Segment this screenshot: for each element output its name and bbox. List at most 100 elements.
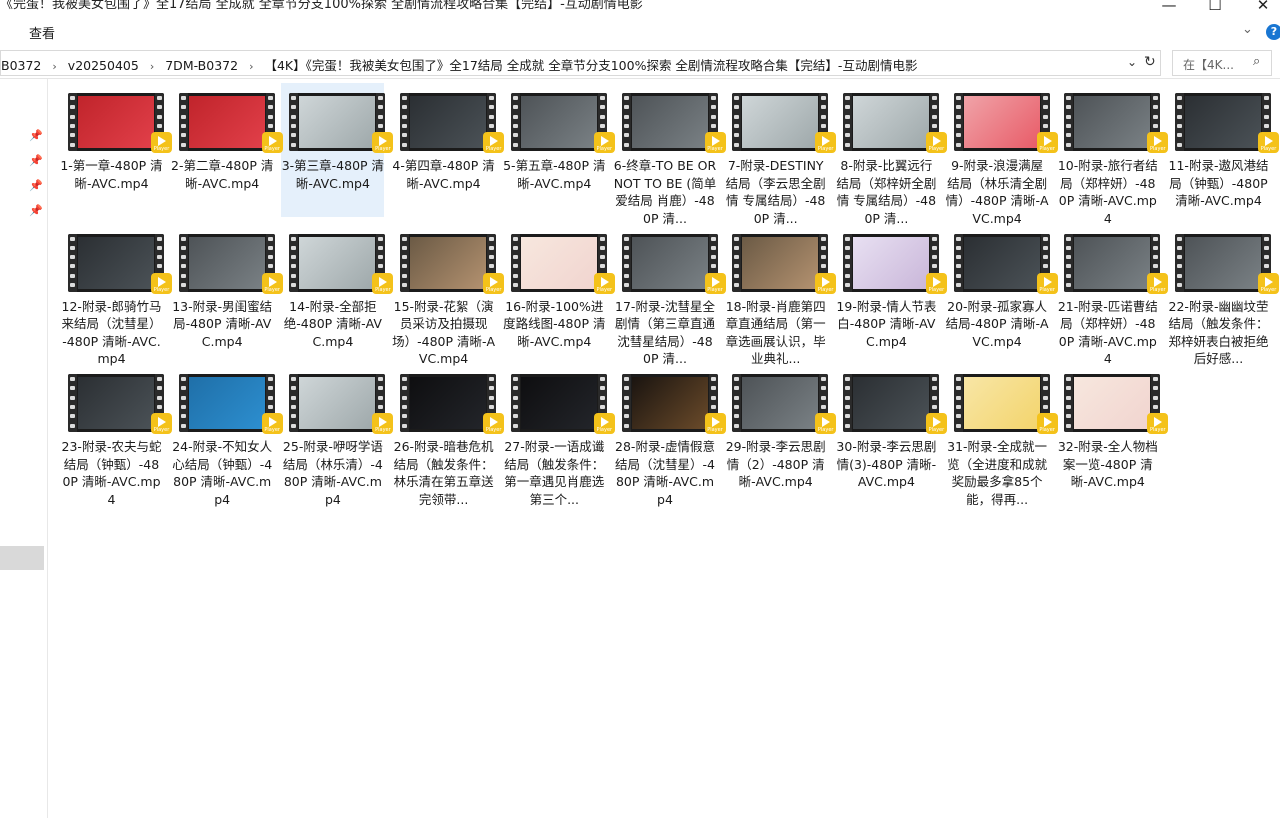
file-item[interactable]: Player 4-第四章-480P 清晰-AVC.mp4	[392, 83, 505, 217]
address-dropdown-icon[interactable]: ⌄	[1127, 55, 1137, 69]
file-item[interactable]: Player 31-附录-全成就一览（全进度和成就奖励最多拿85个能，得再...	[946, 364, 1058, 507]
menu-view[interactable]: 查看	[29, 23, 55, 42]
search-input[interactable]: 在【4K...	[1183, 56, 1234, 73]
breadcrumb-item[interactable]: v20250405	[68, 58, 139, 73]
player-badge-label: Player	[264, 146, 280, 152]
file-item[interactable]: Player 8-附录-比翼远行结局（郑梓妍全剧情 专属结局）-480P 清...	[835, 83, 947, 226]
breadcrumb-item[interactable]: 7DM-B0372	[165, 58, 238, 73]
player-badge-icon: Player	[1258, 272, 1279, 294]
player-badge-icon: Player	[483, 132, 505, 153]
file-name: 12-附录-郎骑竹马来结局（沈彗星）-480P 清晰-AVC.mp4	[61, 298, 162, 367]
player-badge-label: Player	[596, 286, 613, 293]
search-icon[interactable]: ⌕	[1253, 54, 1260, 69]
help-icon[interactable]: ?	[1266, 24, 1280, 40]
pin-icon[interactable]: 📌	[29, 179, 43, 192]
file-item[interactable]: Player 18-附录-肖鹿第四章直通结局（第一章选画展认识，毕业典礼...	[724, 224, 837, 366]
file-name: 22-附录-幽幽坟茔结局（触发条件：郑梓妍表白被拒绝后好感...	[1168, 298, 1269, 367]
chevron-down-icon[interactable]: ⌄	[1242, 22, 1253, 37]
file-item[interactable]: Player 23-附录-农夫与蛇结局（钟甄）-480P 清晰-AVC.mp4	[60, 364, 172, 507]
video-thumbnail	[842, 374, 939, 432]
file-name: 9-附录-浪漫满屋结局（林乐清全剧情）-480P 清晰-AVC.mp4	[945, 158, 1049, 226]
window-title: 《完蛋！我被美女包围了》全17结局 全成就 全章节分支100%探索 全剧情流程攻…	[0, 0, 643, 12]
file-item[interactable]: Player 6-终章-TO BE OR NOT TO BE (简单爱结局 肖鹿）…	[614, 83, 726, 226]
video-thumbnail	[953, 93, 1050, 151]
video-thumbnail	[68, 93, 164, 151]
close-button[interactable]: ✕	[1240, 0, 1280, 16]
file-item[interactable]: Player 20-附录-孤家寡人结局-480P 清晰-AVC.mp4	[946, 224, 1058, 358]
file-item[interactable]: Player 17-附录-沈彗星全剧情（第三章直通沈彗星结局）-480P 清...	[614, 224, 726, 366]
file-item[interactable]: Player 15-附录-花絮（演员采访及拍摄现场）-480P 清晰-AVC.mp…	[392, 224, 505, 366]
video-thumbnail	[1064, 93, 1161, 151]
player-badge-icon: Player	[261, 132, 283, 153]
player-badge-label: Player	[1150, 146, 1166, 152]
file-item[interactable]: Player 21-附录-匹诺曹结局（郑梓妍）-480P 清晰-AVC.mp4	[1056, 224, 1169, 366]
breadcrumb-chevron-icon[interactable]: ›	[249, 60, 253, 73]
file-item[interactable]: Player 24-附录-不知女人心结局（钟甄）-480P 清晰-AVC.mp4	[171, 364, 283, 507]
player-badge-icon: Player	[704, 413, 726, 434]
player-badge-label: Player	[928, 286, 945, 293]
video-thumbnail	[289, 374, 386, 432]
player-badge-icon: Player	[372, 272, 394, 294]
file-item[interactable]: Player 30-附录-李云思剧情(3)-480P 清晰-AVC.mp4	[835, 364, 947, 498]
video-thumbnail	[1064, 374, 1161, 432]
breadcrumb-chevron-icon[interactable]: ›	[52, 60, 56, 73]
file-item[interactable]: Player 16-附录-100%进度路线图-480P 清晰-AVC.mp4	[503, 224, 615, 358]
video-thumbnail	[178, 374, 275, 432]
file-name: 3-第三章-480P 清晰-AVC.mp4	[281, 158, 385, 191]
file-item[interactable]: Player 7-附录-DESTINY 结局（李云思全剧情 专属结局）-480P …	[724, 83, 837, 226]
file-item[interactable]: Player 9-附录-浪漫满屋结局（林乐清全剧情）-480P 清晰-AVC.mp…	[946, 83, 1058, 226]
player-badge-label: Player	[485, 427, 502, 433]
file-item[interactable]: Player 14-附录-全部拒绝-480P 清晰-AVC.mp4	[281, 224, 394, 358]
video-thumbnail	[1175, 93, 1271, 151]
address-bar[interactable]: B0372 › v20250405 › 7DM-B0372 › 【4K】《完蛋！我被美女包围…	[0, 50, 1161, 76]
player-badge-label: Player	[1039, 146, 1055, 152]
player-badge-icon: Player	[151, 132, 172, 153]
file-name: 21-附录-匹诺曹结局（郑梓妍）-480P 清晰-AVC.mp4	[1057, 298, 1158, 367]
file-item[interactable]: Player 29-附录-李云思剧情（2）-480P 清晰-AVC.mp4	[724, 364, 837, 498]
player-badge-label: Player	[1260, 146, 1277, 152]
breadcrumb-item[interactable]: B0372	[1, 58, 41, 73]
file-name: 6-终章-TO BE OR NOT TO BE (简单爱结局 肖鹿）-480P …	[613, 158, 717, 226]
minimize-button[interactable]: —	[1146, 0, 1192, 16]
file-item[interactable]: Player 28-附录-虚情假意结局（沈彗星）-480P 清晰-AVC.mp4	[614, 364, 726, 507]
player-badge-label: Player	[928, 427, 945, 433]
file-item[interactable]: Player 26-附录-暗巷危机结局（触发条件：林乐清在第五章送完领带...	[392, 364, 505, 507]
file-item[interactable]: Player 1-第一章-480P 清晰-AVC.mp4	[60, 83, 172, 217]
file-name: 23-附录-农夫与蛇结局（钟甄）-480P 清晰-AVC.mp4	[61, 439, 162, 507]
player-badge-label: Player	[1039, 427, 1055, 433]
search-box[interactable]: 在【4K... ⌕	[1172, 50, 1272, 76]
pin-icon[interactable]: 📌	[29, 129, 43, 142]
file-item[interactable]: Player 27-附录-一语成谶结局（触发条件：第一章遇见肖鹿选第三个...	[503, 364, 615, 507]
refresh-icon[interactable]: ↻	[1144, 54, 1156, 70]
pin-icon[interactable]: 📌	[29, 154, 43, 167]
breadcrumb-item[interactable]: 【4K】《完蛋！我被美女包围了》全17结局 全成就 全章节分支100%探索 全剧…	[264, 55, 917, 74]
file-item[interactable]: Player 12-附录-郎骑竹马来结局（沈彗星）-480P 清晰-AVC.mp4	[60, 224, 172, 366]
file-name: 13-附录-男闺蜜结局-480P 清晰-AVC.mp4	[172, 298, 273, 349]
player-badge-label: Player	[817, 286, 834, 293]
file-name: 17-附录-沈彗星全剧情（第三章直通沈彗星结局）-480P 清...	[614, 298, 715, 367]
file-item[interactable]: Player 10-附录-旅行者结局（郑梓妍）-480P 清晰-AVC.mp4	[1056, 83, 1169, 226]
file-item[interactable]: Player 2-第二章-480P 清晰-AVC.mp4	[171, 83, 283, 217]
player-badge-label: Player	[928, 146, 945, 152]
file-item[interactable]: Player 5-第五章-480P 清晰-AVC.mp4	[503, 83, 615, 217]
file-item[interactable]: Player 13-附录-男闺蜜结局-480P 清晰-AVC.mp4	[171, 224, 283, 358]
player-badge-icon: Player	[925, 272, 947, 294]
maximize-button[interactable]: ☐	[1192, 0, 1238, 16]
file-item[interactable]: Player 11-附录-遨风港结局（钟甄）-480P 清晰-AVC.mp4	[1167, 83, 1279, 217]
file-name: 8-附录-比翼远行结局（郑梓妍全剧情 专属结局）-480P 清...	[836, 158, 937, 226]
player-badge-icon: Player	[1036, 272, 1058, 294]
file-item[interactable]: Player 3-第三章-480P 清晰-AVC.mp4	[281, 83, 394, 217]
player-badge-icon: Player	[261, 413, 283, 434]
file-item[interactable]: Player 22-附录-幽幽坟茔结局（触发条件：郑梓妍表白被拒绝后好感...	[1167, 224, 1279, 366]
file-name: 1-第一章-480P 清晰-AVC.mp4	[60, 158, 163, 191]
file-item[interactable]: Player 25-附录-咿呀学语结局（林乐清）-480P 清晰-AVC.mp4	[281, 364, 394, 507]
video-thumbnail	[178, 93, 275, 151]
breadcrumb-chevron-icon[interactable]: ›	[150, 60, 154, 73]
player-badge-icon: Player	[483, 413, 505, 434]
file-item[interactable]: Player 19-附录-情人节表白-480P 清晰-AVC.mp4	[835, 224, 947, 358]
file-item[interactable]: Player 32-附录-全人物档案一览-480P 清晰-AVC.mp4	[1056, 364, 1169, 498]
pin-icon[interactable]: 📌	[29, 204, 43, 217]
player-badge-label: Player	[1260, 286, 1277, 293]
video-thumbnail	[289, 93, 386, 151]
nav-selected-item[interactable]	[0, 546, 44, 570]
